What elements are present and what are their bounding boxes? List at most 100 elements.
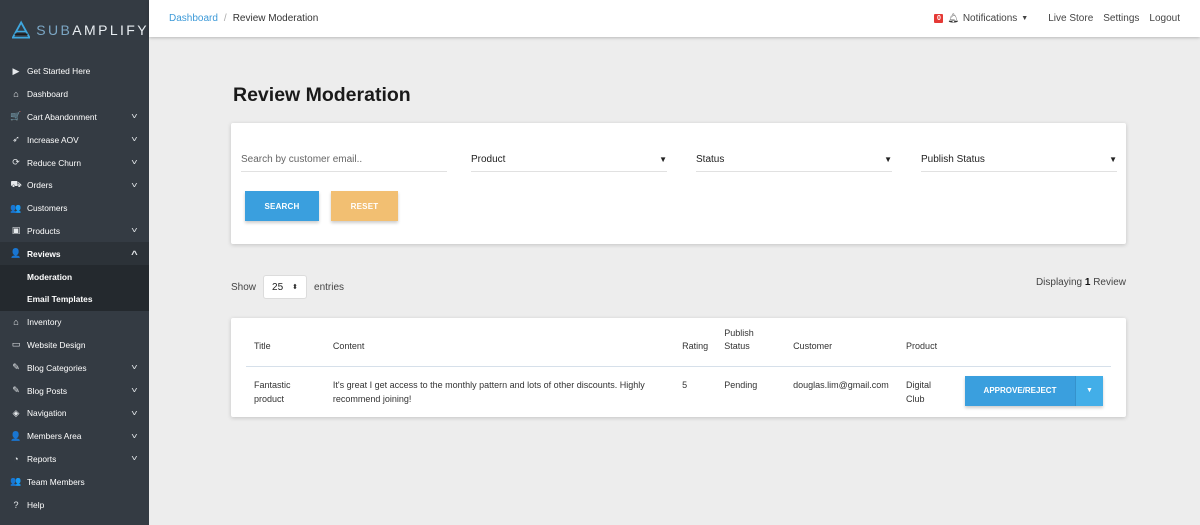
chevron-down-icon: ˅ — [131, 226, 138, 236]
box-icon: ▣ — [11, 225, 21, 236]
column-header-rating[interactable]: Rating — [674, 326, 717, 367]
sidebar-item-label: Blog Posts — [27, 385, 68, 396]
sidebar-item-orders[interactable]: ⛟ Orders ˅ — [0, 174, 149, 197]
play-icon: ▶ — [12, 65, 20, 76]
show-label: Show — [231, 281, 257, 293]
sidebar-item-dashboard[interactable]: ⌂ Dashboard — [0, 83, 149, 106]
dropdown-arrow-icon: ▼ — [659, 155, 667, 164]
team-icon: 👥 — [10, 476, 22, 487]
topbar-right: 0 🔔︎ Notifications ▼ Live Store Settings… — [934, 13, 1180, 24]
search-button[interactable]: SEARCH — [245, 191, 319, 221]
chevron-down-icon: ˅ — [131, 363, 138, 373]
user-review-icon: 👤 — [10, 248, 22, 259]
sidebar-item-blog-categories[interactable]: ✎ Blog Categories ˅ — [0, 356, 149, 379]
brand-name: SUBAMPLIFY — [36, 22, 149, 38]
product-select[interactable]: Product ▼ — [471, 148, 667, 172]
sidebar-subitem-moderation[interactable]: Moderation — [0, 265, 149, 288]
sidebar-item-team-members[interactable]: 👥 Team Members — [0, 470, 149, 493]
live-store-link[interactable]: Live Store — [1048, 13, 1093, 24]
sidebar-item-members-area[interactable]: 👤 Members Area ˅ — [0, 425, 149, 448]
customer-email-search-input[interactable] — [241, 154, 447, 165]
brand-logo[interactable]: SUBAMPLIFY — [0, 0, 149, 60]
status-select-label: Status — [696, 154, 725, 165]
cell-customer: douglas.lim@gmail.com — [793, 379, 889, 390]
entries-label: entries — [314, 281, 345, 293]
sidebar-item-products[interactable]: ▣ Products ˅ — [0, 220, 149, 243]
cart-icon: 🛒 — [10, 111, 22, 122]
sidebar-item-label: Reports — [27, 453, 57, 464]
user-icon: 👤 — [10, 430, 22, 441]
caret-down-icon: ▼ — [1086, 387, 1093, 394]
sidebar-item-get-started-here[interactable]: ▶ Get Started Here — [0, 60, 149, 83]
page-title: Review Moderation — [233, 84, 411, 106]
dropdown-arrow-icon: ▼ — [1109, 155, 1117, 164]
breadcrumb: Dashboard / Review Moderation — [169, 13, 318, 24]
publish-status-select-label: Publish Status — [921, 154, 985, 165]
column-header-title[interactable]: Title — [246, 326, 325, 367]
chevron-down-icon: ˅ — [131, 408, 138, 418]
approve-reject-button[interactable]: APPROVE/REJECT — [965, 375, 1075, 406]
compass-icon: ◈ — [12, 407, 20, 418]
logo-icon — [12, 20, 31, 39]
entries-per-page-select[interactable]: 25 ⬍ — [263, 275, 308, 299]
sidebar-item-label: Website Design — [27, 339, 86, 350]
dropdown-arrow-icon: ▼ — [884, 155, 892, 164]
sidebar-item-reports[interactable]: ◔ Reports ˅ — [0, 448, 149, 471]
sidebar-item-increase-aov[interactable]: ➶ Increase AOV ˅ — [0, 128, 149, 151]
refresh-icon: ⟳ — [12, 157, 20, 168]
cell-publish-status: Pending — [724, 379, 758, 390]
column-header-content[interactable]: Content — [324, 326, 675, 367]
reviews-table: Title Content Rating Publish Status Cust… — [246, 326, 1111, 414]
sidebar-item-cart-abandonment[interactable]: 🛒 Cart Abandonment ˅ — [0, 106, 149, 129]
rocket-icon: ➶ — [12, 134, 20, 145]
reset-button[interactable]: RESET — [331, 191, 398, 221]
sidebar-item-reviews[interactable]: 👤 Reviews ˄ — [0, 242, 149, 266]
breadcrumb-current: Review Moderation — [232, 13, 319, 24]
logout-link[interactable]: Logout — [1149, 13, 1180, 24]
sidebar-item-label: Get Started Here — [27, 66, 91, 77]
sidebar-subitem-label: Moderation — [27, 271, 73, 282]
sidebar-item-label: Navigation — [27, 408, 67, 419]
settings-link[interactable]: Settings — [1103, 13, 1139, 24]
cell-title: Fantastic product — [254, 379, 291, 404]
cell-content: It's great I get access to the monthly p… — [332, 379, 645, 404]
chevron-down-icon: ˅ — [131, 431, 138, 441]
sidebar-submenu-reviews: Moderation Email Templates — [0, 265, 149, 311]
sidebar-item-label: Inventory — [27, 317, 62, 328]
sidebar-item-inventory[interactable]: ⌂ Inventory — [0, 311, 149, 334]
sidebar-item-blog-posts[interactable]: ✎ Blog Posts ˅ — [0, 379, 149, 402]
sidebar-nav: ▶ Get Started Here ⌂ Dashboard 🛒 Cart Abandon… — [0, 60, 149, 516]
column-header-customer[interactable]: Customer — [785, 326, 899, 367]
column-header-publish-status[interactable]: Publish Status — [716, 326, 786, 367]
column-header-product[interactable]: Product — [898, 326, 957, 367]
sidebar-subitem-email-templates[interactable]: Email Templates — [0, 288, 149, 311]
sidebar-subitem-label: Email Templates — [27, 294, 93, 305]
cell-rating: 5 — [682, 379, 688, 390]
sidebar-item-reduce-churn[interactable]: ⟳ Reduce Churn ˅ — [0, 151, 149, 174]
notifications-badge: 0 — [934, 14, 944, 23]
sidebar-item-label: Reduce Churn — [27, 157, 82, 168]
home-icon: ⌂ — [13, 89, 19, 100]
results-count: Displaying 1 Review — [1036, 277, 1126, 288]
publish-status-select[interactable]: Publish Status ▼ — [921, 148, 1117, 172]
sidebar-item-label: Members Area — [27, 431, 82, 442]
displaying-suffix: Review — [1093, 277, 1126, 288]
sidebar-item-navigation[interactable]: ◈ Navigation ˅ — [0, 402, 149, 425]
reviews-table-card: Title Content Rating Publish Status Cust… — [231, 318, 1126, 417]
cell-actions: APPROVE/REJECT ▼ — [957, 366, 1111, 414]
sidebar-item-label: Orders — [27, 180, 53, 191]
sidebar-item-website-design[interactable]: ▭ Website Design — [0, 334, 149, 357]
sidebar-item-label: Help — [27, 499, 45, 510]
sidebar-item-customers[interactable]: 👥 Customers — [0, 197, 149, 220]
breadcrumb-separator: / — [223, 13, 227, 24]
notifications-dropdown[interactable]: Notifications ▼ — [963, 13, 1038, 24]
product-select-label: Product — [471, 154, 506, 165]
topbar: Dashboard / Review Moderation 0 🔔︎ Notif… — [149, 0, 1200, 37]
action-dropdown-toggle[interactable]: ▼ — [1075, 375, 1103, 406]
breadcrumb-dashboard-link[interactable]: Dashboard — [169, 13, 218, 24]
chevron-up-icon: ˄ — [131, 249, 138, 259]
sidebar-item-help[interactable]: ? Help — [0, 493, 149, 516]
status-select[interactable]: Status ▼ — [696, 148, 892, 172]
entries-length-control: Show 25 ⬍ entries — [231, 275, 344, 299]
sidebar-item-label: Cart Abandonment — [27, 111, 97, 122]
